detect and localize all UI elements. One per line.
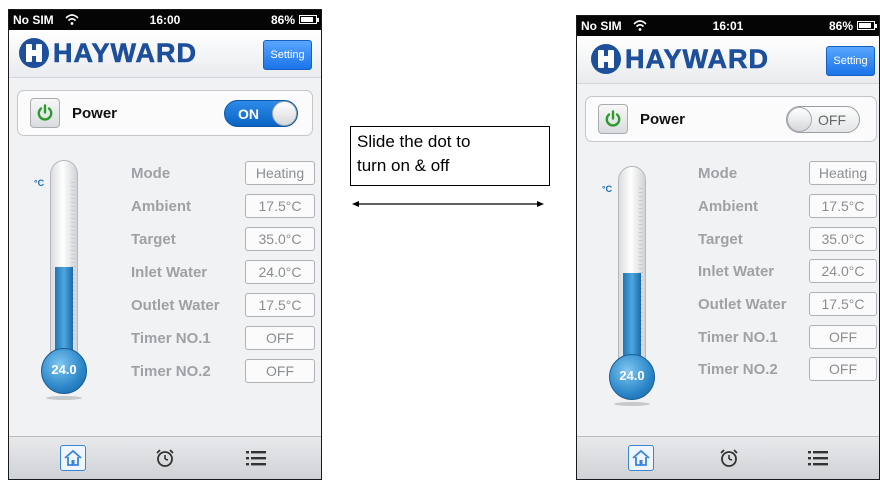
outlet-water-label: Outlet Water — [698, 296, 787, 313]
hayward-logo-mark-icon — [591, 44, 621, 74]
mode-value: Heating — [809, 161, 877, 185]
thermometer: 24.0 °C — [34, 160, 87, 400]
target-label: Target — [131, 231, 176, 248]
timer-1-label: Timer NO.1 — [698, 329, 778, 346]
thermometer-unit: °C — [34, 178, 45, 188]
setting-button[interactable]: Setting — [263, 40, 312, 70]
timer-1-value[interactable]: OFF — [245, 326, 315, 350]
power-icon — [37, 104, 53, 121]
outlet-water-value: 17.5°C — [809, 292, 877, 316]
outlet-water-value: 17.5°C — [245, 293, 315, 317]
app-header: HAYWARD Setting — [9, 30, 321, 78]
target-label: Target — [698, 231, 743, 248]
thermometer-level — [623, 273, 641, 362]
annotation-line-1: Slide the dot to — [357, 132, 471, 151]
tab-bar — [577, 436, 879, 479]
power-card: Power OFF — [585, 96, 877, 142]
power-label: Power — [72, 105, 118, 122]
thermometer: 24.0 °C — [602, 166, 655, 406]
status-bar: No SIM 16:01 86% — [577, 16, 879, 36]
power-icon — [605, 110, 621, 127]
ambient-label: Ambient — [131, 198, 191, 215]
power-toggle-state: OFF — [818, 112, 846, 128]
power-button[interactable] — [30, 98, 60, 128]
ambient-value: 17.5°C — [809, 194, 877, 218]
inlet-water-label: Inlet Water — [698, 263, 775, 280]
setting-button[interactable]: Setting — [826, 46, 875, 76]
power-card: Power ON — [17, 90, 313, 136]
double-arrow-icon — [352, 201, 544, 207]
timer-2-value[interactable]: OFF — [245, 359, 315, 383]
mode-value: Heating — [245, 161, 315, 185]
timer-1-label: Timer NO.1 — [131, 330, 211, 347]
home-icon — [632, 449, 650, 466]
thermometer-reading: 24.0 — [51, 362, 77, 377]
timer-2-value[interactable]: OFF — [809, 357, 877, 381]
toggle-knob[interactable] — [787, 107, 812, 132]
list-icon — [808, 451, 828, 466]
target-value[interactable]: 35.0°C — [245, 227, 315, 251]
timer-2-label: Timer NO.2 — [698, 361, 778, 378]
alarm-clock-icon — [156, 449, 174, 467]
tab-timer[interactable] — [716, 445, 742, 471]
tab-timer[interactable] — [152, 445, 178, 471]
inlet-water-label: Inlet Water — [131, 264, 208, 281]
power-toggle[interactable]: OFF — [786, 106, 860, 133]
timer-1-value[interactable]: OFF — [809, 325, 877, 349]
mode-label: Mode — [131, 165, 171, 182]
battery-percent: 86% — [270, 13, 295, 27]
brand-name: HAYWARD — [625, 43, 770, 74]
alarm-clock-icon — [720, 449, 738, 467]
outlet-water-label: Outlet Water — [131, 297, 220, 314]
timer-2-label: Timer NO.2 — [131, 363, 211, 380]
tab-home[interactable] — [60, 445, 86, 471]
battery-percent: 86% — [828, 19, 853, 33]
power-toggle-state: ON — [238, 106, 259, 122]
thermometer-unit: °C — [602, 184, 613, 194]
home-icon — [64, 449, 82, 466]
phone-screen-on: No SIM 16:00 86% HAYWARD Setting Power O… — [8, 9, 322, 480]
ambient-value: 17.5°C — [245, 194, 315, 218]
app-header: HAYWARD Setting — [577, 36, 879, 84]
tab-home[interactable] — [628, 445, 654, 471]
inlet-water-value: 24.0°C — [809, 259, 877, 283]
tab-list[interactable] — [243, 445, 269, 471]
hayward-logo: HAYWARD — [19, 37, 198, 68]
inlet-water-value: 24.0°C — [245, 260, 315, 284]
annotation-callout: Slide the dot to turn on & off — [350, 126, 550, 186]
power-toggle[interactable]: ON — [224, 100, 298, 127]
tab-list[interactable] — [805, 445, 831, 471]
target-value[interactable]: 35.0°C — [809, 227, 877, 251]
hayward-logo-mark-icon — [19, 38, 49, 68]
hayward-logo: HAYWARD — [591, 43, 770, 74]
list-icon — [246, 451, 266, 466]
thermometer-shadow — [46, 396, 82, 400]
ambient-label: Ambient — [698, 198, 758, 215]
battery-icon — [299, 15, 319, 24]
battery-icon — [857, 21, 877, 30]
thermometer-shadow — [614, 402, 650, 406]
power-button[interactable] — [598, 104, 628, 134]
toggle-knob[interactable] — [272, 101, 297, 126]
brand-name: HAYWARD — [53, 37, 198, 68]
power-label: Power — [640, 111, 686, 128]
mode-label: Mode — [698, 165, 738, 182]
tab-bar — [9, 436, 321, 479]
status-bar: No SIM 16:00 86% — [9, 10, 321, 30]
thermometer-level — [55, 267, 73, 356]
phone-screen-off: No SIM 16:01 86% HAYWARD Setting Power O… — [576, 15, 880, 480]
annotation-line-2: turn on & off — [357, 156, 450, 175]
thermometer-reading: 24.0 — [619, 368, 645, 383]
